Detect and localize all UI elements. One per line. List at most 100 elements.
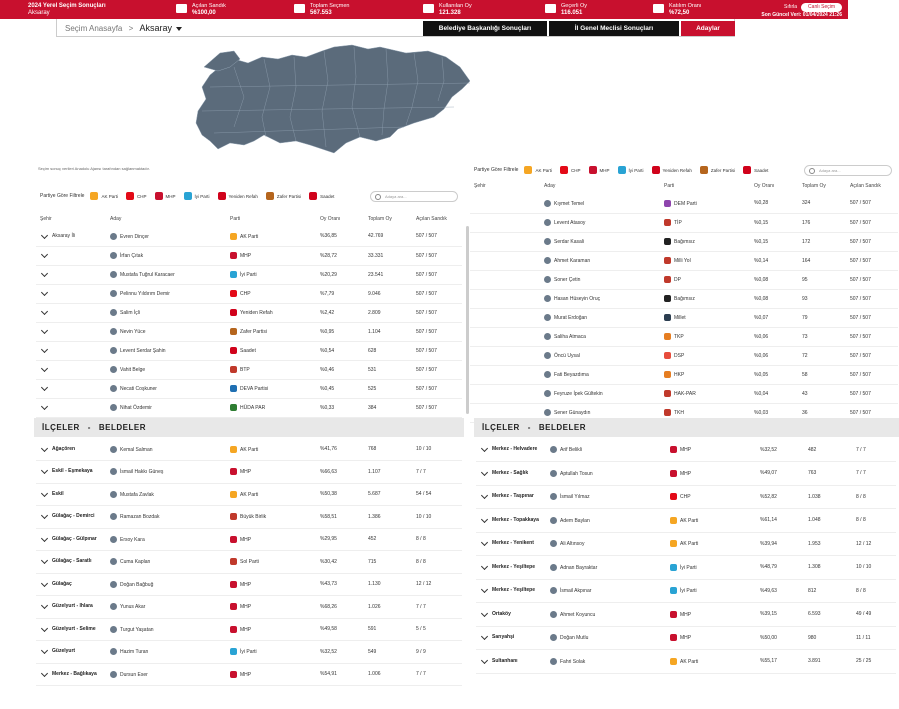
left-scrollbar[interactable] <box>466 226 469 414</box>
filter-chip-refah[interactable]: Yeniden Refah <box>217 192 258 200</box>
row-region[interactable] <box>36 322 106 342</box>
chevron-down-icon[interactable] <box>40 512 49 520</box>
row-region[interactable]: Gülağaç - Gülpınar <box>36 528 106 551</box>
city-select[interactable]: Aksaray <box>140 23 173 33</box>
table-row[interactable]: Murat Erdoğan Millet %0,07 79 507 / 507 <box>470 308 898 328</box>
row-region[interactable]: Merkez - Taşpınar <box>476 485 546 509</box>
chevron-down-icon[interactable] <box>480 586 489 594</box>
chevron-down-icon[interactable] <box>480 656 489 664</box>
filter-chip-refah-right[interactable]: Yeniden Refah <box>651 166 692 174</box>
table-row[interactable]: Gülağaç - Gülpınar Ersoy Kara MHP %29,95 452… <box>36 528 462 551</box>
row-region[interactable]: Ağaçören <box>36 438 106 461</box>
chevron-down-icon[interactable] <box>40 231 49 239</box>
row-region[interactable]: Merkez - Yeşiltepe <box>476 555 546 580</box>
row-region[interactable] <box>36 303 106 323</box>
table-row[interactable]: Feyruze İpek Gültekin HAK-PAR %0,04 43 507 /… <box>470 384 898 404</box>
chevron-down-icon[interactable] <box>40 402 49 411</box>
filter-chip-iyi-right[interactable]: İyi Parti <box>617 166 644 174</box>
table-row[interactable]: Güzelyurt Hazim Turan İyi Parti %32,52 549 9 … <box>36 640 462 664</box>
chevron-down-icon[interactable] <box>40 467 49 475</box>
turkey-map[interactable] <box>34 37 471 173</box>
filter-chip-mhp[interactable]: MHP <box>154 192 176 200</box>
filter-chip-akp[interactable]: AK Parti <box>90 192 118 200</box>
table-row[interactable]: Salim İçli Yeniden Refah %2,42 2.809 507 / 5… <box>36 303 462 323</box>
table-row[interactable]: Merkez - Yeşiltepe Adnan Bayraktar İyi Par… <box>476 555 896 580</box>
table-row[interactable]: Eskil Mustafa Zavlak AK Parti %50,38 5.687 54… <box>36 483 462 506</box>
row-region[interactable]: Merkez - Yeşiltepe <box>476 579 546 603</box>
filter-chip-zafer-right[interactable]: Zafer Partisi <box>699 166 735 174</box>
tab-council-results[interactable]: İl Genel Meclisi Sonuçları <box>549 21 679 36</box>
row-region[interactable]: Sarıyahşi <box>476 626 546 650</box>
table-row[interactable]: Sultanhanı Fahri Solak AK Parti %55,17 3.891… <box>476 649 896 674</box>
breadcrumb-home[interactable]: Seçim Anasayfa <box>65 24 122 33</box>
chevron-down-icon[interactable] <box>40 444 49 452</box>
row-region[interactable] <box>36 284 106 304</box>
chevron-down-icon[interactable] <box>480 539 489 547</box>
row-region[interactable] <box>36 265 106 285</box>
table-row[interactable]: Nevin Yüce Zafer Partisi %0,95 1.104 507 / 5… <box>36 322 462 342</box>
table-row[interactable]: Öncü Uysal DSP %0,06 72 507 / 507 <box>470 346 898 366</box>
row-region[interactable]: Güzelyurt - Ihlara <box>36 595 106 619</box>
chevron-down-icon[interactable] <box>40 557 49 565</box>
chevron-down-icon[interactable] <box>40 534 49 542</box>
filter-chip-chp-right[interactable]: CHP <box>559 166 581 174</box>
row-region[interactable]: Gülağaç - Saratlı <box>36 550 106 574</box>
table-row[interactable]: Levent Atasoy TİP %0,15 176 507 / 507 <box>470 213 898 233</box>
row-region[interactable]: Sultanhanı <box>476 649 546 674</box>
chevron-down-icon[interactable] <box>40 383 49 392</box>
filter-chip-saadet[interactable]: Saadet <box>309 192 334 200</box>
chevron-down-icon[interactable] <box>480 633 489 641</box>
row-region[interactable] <box>36 246 106 266</box>
filter-chip-akp-right[interactable]: AK Parti <box>524 166 552 174</box>
table-row[interactable]: Mustafa Tuğrul Karacaer İyi Parti %20,29 23… <box>36 265 462 285</box>
row-region[interactable]: Merkez - Topakkaya <box>476 508 546 533</box>
table-row[interactable]: Merkez - Topakkaya Adem Baylan AK Parti %61… <box>476 508 896 533</box>
chevron-down-icon[interactable] <box>480 468 489 476</box>
row-region[interactable]: Güzelyurt <box>36 640 106 664</box>
table-row[interactable]: Saliha Atmaca TKP %0,06 73 507 / 507 <box>470 327 898 347</box>
chevron-down-icon[interactable] <box>40 269 49 278</box>
reset-link[interactable]: Sıfırla <box>784 4 797 10</box>
chevron-down-icon[interactable] <box>40 602 49 610</box>
table-row[interactable]: Necati Coşkuner DEVA Partisi %0,45 525 507 /… <box>36 379 462 399</box>
row-region[interactable]: Gülağaç - Demirci <box>36 505 106 529</box>
table-row[interactable]: Nihat Özdemir HÜDA PAR %0,33 384 507 / 507 <box>36 398 462 418</box>
tab-mayor-results[interactable]: Belediye Başkanlığı Sonuçları <box>423 21 547 36</box>
row-region[interactable]: Eskil - Eşmekaya <box>36 460 106 484</box>
table-row[interactable]: Vahit Belge BTP %0,46 531 507 / 507 <box>36 360 462 380</box>
row-region[interactable]: Güzelyurt - Selime <box>36 618 106 641</box>
chevron-down-icon[interactable] <box>40 307 49 316</box>
table-row[interactable]: Ortaköy Ahmet Koyuncu MHP %39,15 6.593 49 / 4… <box>476 602 896 627</box>
table-row[interactable]: Gülağaç Doğan Bağbuğ MHP %43,73 1.130 12 / 12 <box>36 573 462 596</box>
table-row[interactable]: Levent Serdar Şahin Saadet %0,54 628 507 / 5… <box>36 341 462 361</box>
tab-ilceler[interactable]: İLÇELER <box>42 423 80 432</box>
table-row[interactable]: Merkez - Sağlık Aptullah Tosun MHP %49,07 76… <box>476 461 896 486</box>
table-row[interactable]: Eskil - Eşmekaya İsmail Hakkı Güneş MHP %66… <box>36 460 462 484</box>
row-region[interactable]: Merkez - Sağlık <box>476 461 546 486</box>
table-row[interactable]: Aksaray İli Evren Dinçer AK Parti %36,85 42.… <box>36 227 462 247</box>
row-region[interactable] <box>36 341 106 361</box>
row-region[interactable] <box>36 379 106 399</box>
row-region[interactable]: Merkez - Bağlıkaya <box>36 663 106 686</box>
tab-beldeler-right[interactable]: BELDELER <box>539 423 586 432</box>
filter-chip-mhp-right[interactable]: MHP <box>588 166 610 174</box>
live-toggle[interactable]: Canlı Seçim <box>801 3 842 12</box>
table-row[interactable]: Sarıyahşi Doğan Mutlu MHP %50,00 980 11 / 11 <box>476 626 896 650</box>
chevron-down-icon[interactable] <box>480 492 489 500</box>
row-region[interactable]: Aksaray İli <box>36 227 106 247</box>
table-row[interactable]: Merkez - Helvadere Arif Belikli MHP %32,52 4… <box>476 438 896 462</box>
filter-chip-chp[interactable]: CHP <box>125 192 147 200</box>
chevron-down-icon[interactable] <box>480 515 489 523</box>
chevron-down-icon[interactable] <box>176 26 183 31</box>
chevron-down-icon[interactable] <box>480 562 489 570</box>
chevron-down-icon[interactable] <box>40 489 49 497</box>
tab-candidates[interactable]: Adaylar <box>681 21 735 36</box>
chevron-down-icon[interactable] <box>40 669 49 677</box>
row-region[interactable]: Gülağaç <box>36 573 106 596</box>
table-row[interactable]: Gülağaç - Saratlı Cuma Kaplan Sol Parti %30… <box>36 550 462 574</box>
filter-chip-zafer[interactable]: Zafer Partisi <box>265 192 301 200</box>
candidate-search-input-right[interactable]: Adaya ara... <box>804 164 892 176</box>
filter-chip-iyi[interactable]: İyi Parti <box>183 192 210 200</box>
chevron-down-icon[interactable] <box>40 345 49 354</box>
row-region[interactable] <box>36 360 106 380</box>
